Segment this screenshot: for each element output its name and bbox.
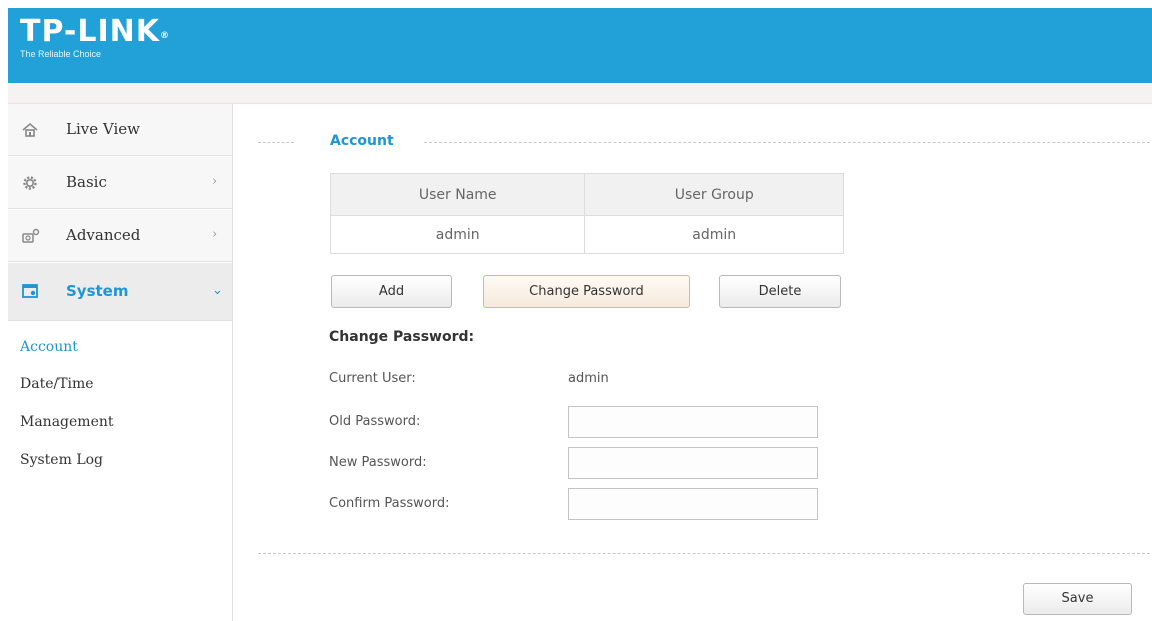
change-password-heading: Change Password: xyxy=(329,329,475,345)
logo-tagline: The Reliable Choice xyxy=(20,49,102,59)
system-window-icon xyxy=(22,283,38,299)
current-user-value: admin xyxy=(568,371,609,386)
home-icon xyxy=(22,122,38,138)
confirm-password-field[interactable] xyxy=(568,488,818,520)
change-password-button[interactable]: Change Password xyxy=(483,275,690,308)
subnav-account[interactable]: Account xyxy=(20,339,78,355)
subnav-system-log[interactable]: System Log xyxy=(20,452,103,468)
account-table: User Name User Group admin admin xyxy=(329,173,844,254)
chevron-right-icon: › xyxy=(212,227,218,242)
chevron-right-icon: › xyxy=(212,174,218,189)
sidebar-item-label: System xyxy=(66,282,129,300)
delete-button[interactable]: Delete xyxy=(719,275,841,308)
section-title-account: Account xyxy=(330,133,394,149)
old-password-label: Old Password: xyxy=(329,414,421,429)
sidebar-item-basic[interactable]: Basic › xyxy=(8,157,232,209)
header-bar: TP-LINK® The Reliable Choice xyxy=(8,8,1152,83)
current-user-label: Current User: xyxy=(329,371,416,386)
new-password-label: New Password: xyxy=(329,455,427,470)
subnav-management[interactable]: Management xyxy=(20,414,114,430)
cell-user-name: admin xyxy=(329,215,586,254)
cell-user-group: admin xyxy=(584,215,844,254)
sidebar-item-live-view[interactable]: Live View xyxy=(8,104,232,156)
logo-text: TP-LINK® xyxy=(20,14,171,49)
table-row[interactable]: admin admin xyxy=(329,215,844,254)
column-header-user-name: User Name xyxy=(329,173,586,216)
subnav-date-time[interactable]: Date/Time xyxy=(20,376,94,392)
tp-link-logo: TP-LINK® The Reliable Choice xyxy=(20,14,171,60)
add-button[interactable]: Add xyxy=(331,275,452,308)
chevron-down-icon: ⌄ xyxy=(212,283,223,298)
sidebar-item-label: Live View xyxy=(66,120,140,138)
gear-icon xyxy=(22,175,38,191)
footer-divider xyxy=(258,553,1150,554)
header-strip xyxy=(8,83,1152,104)
column-header-user-group: User Group xyxy=(584,173,844,216)
save-button[interactable]: Save xyxy=(1023,583,1132,615)
sidebar-item-label: Basic xyxy=(66,173,107,191)
confirm-password-label: Confirm Password: xyxy=(329,496,450,511)
section-divider-left xyxy=(258,142,294,143)
sidebar-item-system[interactable]: System ⌄ xyxy=(8,263,232,321)
sidebar-item-advanced[interactable]: Advanced › xyxy=(8,210,232,262)
sidebar: Live View Basic › Advanced › System ⌄ Ac… xyxy=(8,104,233,621)
old-password-field[interactable] xyxy=(568,406,818,438)
new-password-field[interactable] xyxy=(568,447,818,479)
camera-gear-icon xyxy=(22,228,40,244)
sidebar-item-label: Advanced xyxy=(66,226,141,244)
table-header-row: User Name User Group xyxy=(329,173,844,216)
section-divider-right xyxy=(424,142,1150,143)
